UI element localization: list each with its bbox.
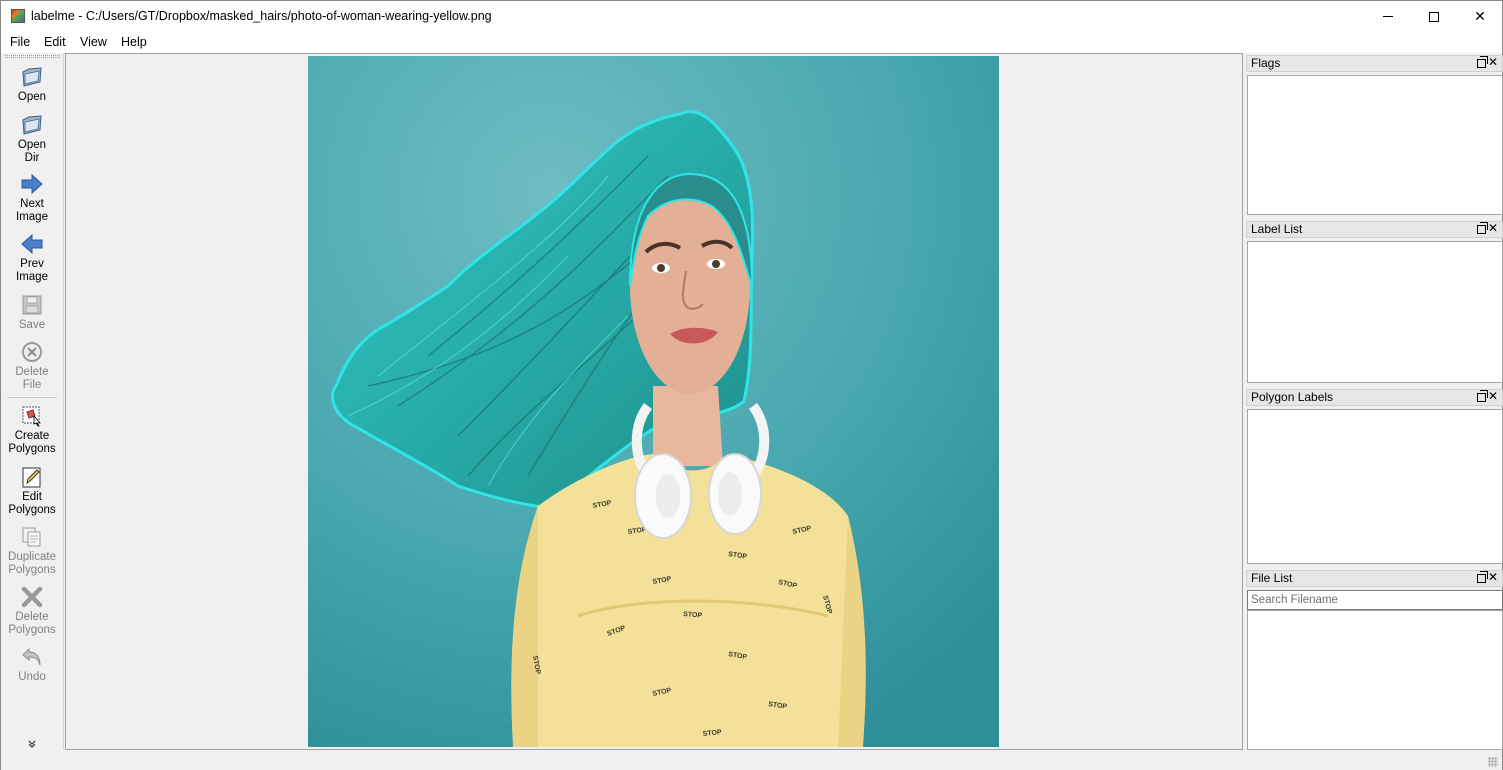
polygon-labels-dock-title: Polygon Labels ✕	[1246, 389, 1503, 406]
labelme-window: labelme - C:/Users/GT/Dropbox/masked_hai…	[0, 0, 1503, 770]
close-dock-icon[interactable]: ✕	[1488, 221, 1498, 236]
title-bar: labelme - C:/Users/GT/Dropbox/masked_hai…	[1, 1, 1502, 32]
close-dock-icon[interactable]: ✕	[1488, 570, 1498, 585]
create-polygons-button[interactable]: Create Polygons	[1, 404, 63, 456]
folder-open-icon	[22, 115, 42, 135]
folder-open-icon	[22, 67, 42, 87]
undock-icon[interactable]	[1477, 571, 1488, 583]
minimize-button[interactable]	[1365, 1, 1411, 32]
polygon-labels-list[interactable]	[1247, 409, 1503, 564]
window-title: labelme - C:/Users/GT/Dropbox/masked_hai…	[31, 9, 492, 23]
tools-toolbar: Open Open Dir Next Image Prev Image Save…	[1, 53, 64, 750]
duplicate-icon	[22, 527, 41, 547]
save-disk-icon	[22, 295, 42, 315]
undock-icon[interactable]	[1477, 56, 1488, 68]
arrow-left-icon	[21, 233, 43, 255]
toolbar-grip[interactable]	[5, 55, 60, 58]
menu-help[interactable]: Help	[121, 35, 147, 49]
undo-button[interactable]: Undo	[1, 645, 63, 684]
label-list[interactable]	[1247, 241, 1503, 383]
menu-file[interactable]: File	[10, 35, 30, 49]
delete-x-icon	[21, 586, 43, 608]
edit-pencil-icon	[22, 467, 41, 488]
label-list-dock-title: Label List ✕	[1246, 221, 1503, 238]
file-list[interactable]	[1247, 610, 1503, 750]
close-dock-icon[interactable]: ✕	[1488, 55, 1498, 70]
maximize-button[interactable]	[1411, 1, 1457, 32]
image-canvas[interactable]: STOP STOP STOP STOP STOP STOP STOP STOP …	[65, 53, 1243, 750]
create-polygon-icon	[22, 406, 41, 427]
arrow-right-icon	[21, 173, 43, 195]
open-button[interactable]: Open	[1, 65, 63, 104]
menu-edit[interactable]: Edit	[44, 35, 66, 49]
status-bar	[1, 750, 1502, 770]
close-dock-icon[interactable]: ✕	[1488, 389, 1498, 404]
delete-file-button[interactable]: Delete File	[1, 340, 63, 392]
photo-illustration: STOP STOP STOP STOP STOP STOP STOP STOP …	[308, 56, 999, 747]
duplicate-polygons-button[interactable]: Duplicate Polygons	[1, 525, 63, 577]
toolbar-separator	[7, 397, 57, 398]
prev-image-button[interactable]: Prev Image	[1, 232, 63, 284]
edit-polygons-button[interactable]: Edit Polygons	[1, 465, 63, 517]
annotated-photo[interactable]: STOP STOP STOP STOP STOP STOP STOP STOP …	[308, 56, 999, 747]
flags-list[interactable]	[1247, 75, 1503, 215]
menu-bar: File Edit View Help	[1, 32, 1502, 53]
undo-arrow-icon	[22, 647, 41, 666]
labelme-app-icon	[11, 9, 25, 23]
save-button[interactable]: Save	[1, 293, 63, 332]
undock-icon[interactable]	[1477, 222, 1488, 234]
close-window-button[interactable]: ✕	[1457, 1, 1503, 32]
close-icon: ✕	[1474, 8, 1486, 24]
flags-dock-title: Flags ✕	[1246, 55, 1503, 72]
delete-circle-icon	[22, 342, 42, 362]
menu-view[interactable]: View	[80, 35, 107, 49]
delete-polygons-button[interactable]: Delete Polygons	[1, 585, 63, 637]
open-dir-button[interactable]: Open Dir	[1, 113, 63, 165]
maximize-icon	[1429, 11, 1439, 22]
search-filename-input[interactable]	[1247, 590, 1503, 610]
next-image-button[interactable]: Next Image	[1, 172, 63, 224]
undock-icon[interactable]	[1477, 390, 1488, 402]
resize-grip-icon[interactable]	[1488, 757, 1498, 767]
file-list-dock-title: File List ✕	[1246, 570, 1503, 587]
minimize-icon	[1383, 16, 1393, 17]
